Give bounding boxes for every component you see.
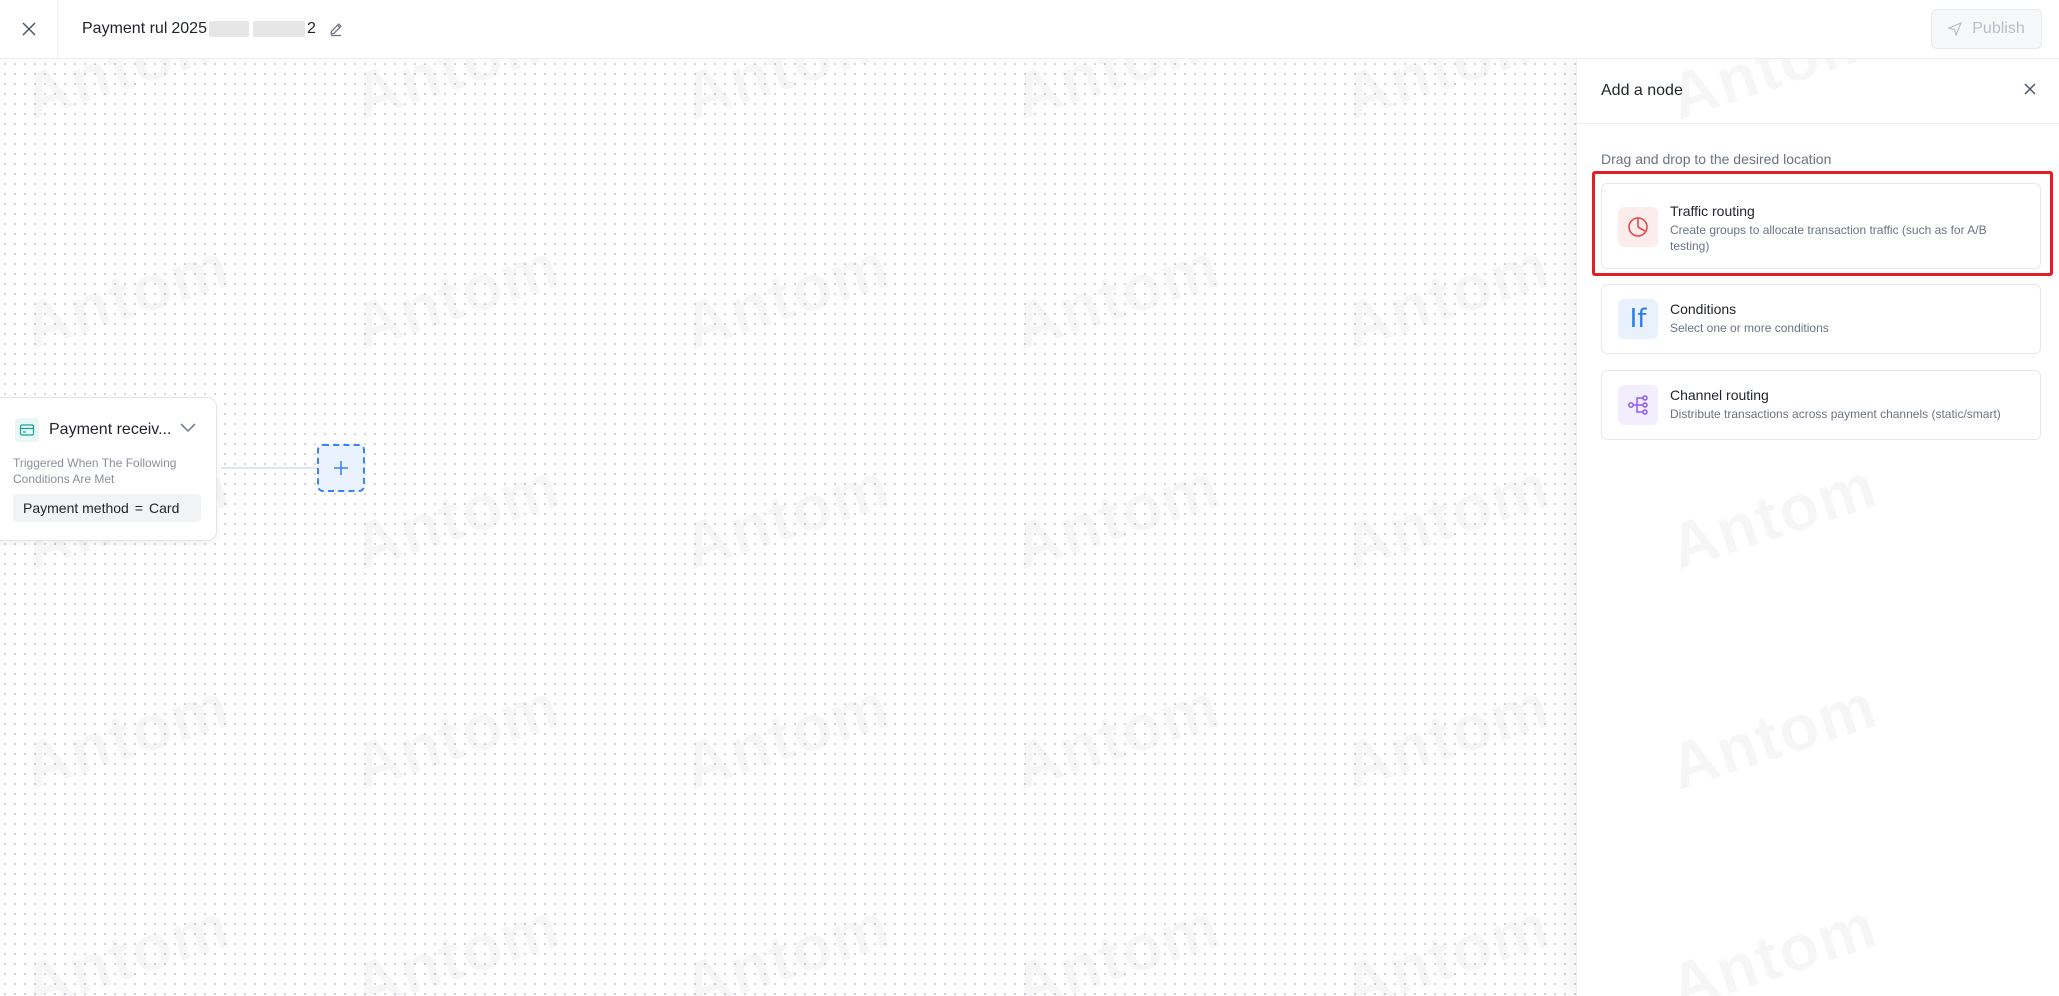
publish-button[interactable]: Publish: [1931, 9, 2042, 49]
watermark: Antom: [1661, 668, 1886, 804]
redacted-block: [252, 21, 305, 37]
flow-canvas[interactable]: Antom Antom Antom Antom Antom Antom Anto…: [0, 59, 1576, 996]
watermark: Antom: [1004, 59, 1229, 134]
connector-line: [221, 467, 317, 469]
if-icon: If: [1618, 299, 1658, 339]
watermark: Antom: [674, 888, 899, 996]
condition-value: Card: [149, 500, 180, 516]
watermark: Antom: [1661, 448, 1886, 584]
watermark: Antom: [1004, 228, 1229, 364]
watermark: Antom: [14, 668, 239, 804]
watermark: Antom: [1334, 888, 1559, 996]
title-text-start: Payment rul: [82, 20, 168, 37]
title-text-end: 2: [306, 20, 316, 37]
if-glyph: If: [1629, 304, 1647, 334]
node-description: Triggered When The Following Conditions …: [13, 456, 177, 486]
close-icon: [2024, 83, 2036, 95]
page-title: Payment rul 2025 2: [82, 17, 344, 41]
watermark: Antom: [1004, 448, 1229, 584]
watermark: Antom: [344, 448, 569, 584]
condition-field: Payment method: [23, 500, 129, 516]
option-description: Select one or more conditions: [1670, 321, 1829, 335]
condition-operator: =: [134, 500, 144, 516]
title-text-mid: 2025: [171, 20, 207, 37]
watermark: Antom: [14, 59, 239, 134]
watermark: Antom: [1661, 888, 1886, 996]
add-node-button[interactable]: [317, 444, 365, 492]
payment-card-icon: [15, 418, 39, 442]
watermark: Antom: [674, 228, 899, 364]
option-description: Create groups to allocate transaction tr…: [1670, 223, 1987, 253]
watermark: Antom: [344, 888, 569, 996]
watermark: Antom: [344, 228, 569, 364]
watermark: Antom: [674, 448, 899, 584]
redacted-block: [208, 21, 249, 37]
watermark: Antom: [344, 59, 569, 134]
chevron-down-icon: [180, 423, 196, 433]
watermark: Antom: [1334, 59, 1559, 134]
node-title: Payment receiv...: [49, 421, 172, 438]
condition-chip: Payment method = Card: [13, 494, 201, 522]
watermark: Antom: [1334, 448, 1559, 584]
edit-title-button[interactable]: [328, 21, 344, 37]
option-title: Traffic routing: [1670, 203, 1755, 219]
option-title: Channel routing: [1670, 387, 1769, 403]
trigger-node-card[interactable]: Payment receiv... Triggered When The Fol…: [0, 397, 217, 541]
option-title: Conditions: [1670, 301, 1737, 317]
watermark: Antom: [14, 228, 239, 364]
close-button[interactable]: [0, 0, 58, 58]
publish-label: Publish: [1972, 20, 2025, 37]
plus-icon: [334, 461, 348, 475]
close-icon: [21, 22, 36, 36]
option-channel-routing[interactable]: Channel routing Distribute transactions …: [1601, 370, 2041, 440]
add-node-panel: Antom Antom Antom Antom Add a node Drag …: [1576, 59, 2059, 996]
watermark: Antom: [1004, 888, 1229, 996]
watermark: Antom: [14, 888, 239, 996]
watermark: Antom: [1004, 668, 1229, 804]
watermark: Antom: [1334, 228, 1559, 364]
pie-chart-icon: [1618, 207, 1658, 247]
watermark: Antom: [674, 668, 899, 804]
panel-title: Add a node: [1601, 82, 1683, 99]
node-header: Payment receiv...: [15, 418, 174, 442]
option-conditions[interactable]: If Conditions Select one or more conditi…: [1601, 284, 2041, 354]
top-bar: Payment rul 2025 2 Publish: [0, 0, 2059, 59]
watermark: Antom: [344, 668, 569, 804]
close-panel-button[interactable]: [2023, 82, 2037, 101]
expand-node-button[interactable]: [179, 420, 197, 438]
watermark: Antom: [1334, 668, 1559, 804]
pencil-icon: [330, 23, 342, 37]
panel-hint: Drag and drop to the desired location: [1601, 151, 1832, 167]
option-traffic-routing[interactable]: Traffic routing Create groups to allocat…: [1601, 183, 2041, 269]
send-icon: [1948, 22, 1963, 36]
branch-icon: [1618, 385, 1658, 425]
panel-header: Add a node: [1577, 59, 2059, 124]
watermark: Antom: [674, 59, 899, 134]
option-description: Distribute transactions across payment c…: [1670, 407, 2001, 421]
